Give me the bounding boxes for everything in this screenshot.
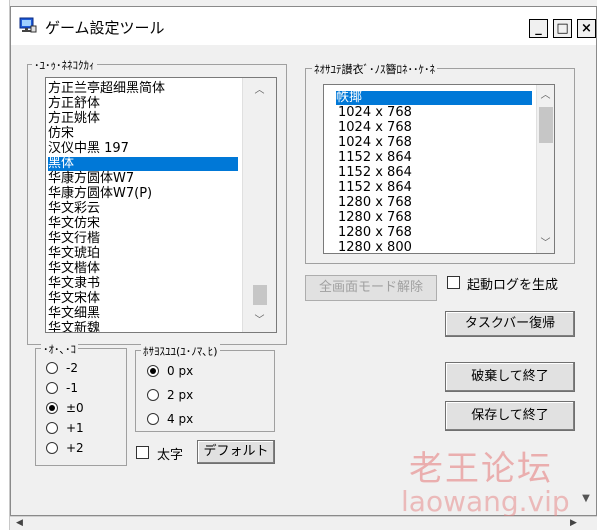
resolution-list-item[interactable]: 1024 x 768: [338, 136, 412, 150]
shadow-option-label: 2 px: [167, 388, 194, 402]
size-radio[interactable]: [46, 382, 58, 394]
settings-window: ゲーム設定ツール _ □ × ･ﾕ･ｩ･ﾈﾈｺｸｶｨ 方正兰亭超细黑简体 方正舒体…: [10, 6, 597, 518]
resolution-list-item[interactable]: 1152 x 864: [338, 151, 412, 165]
title-bar[interactable]: ゲーム設定ツール _ □ ×: [11, 7, 596, 45]
font-list-item[interactable]: 华文仿宋: [48, 217, 100, 231]
font-list-item[interactable]: 黑体: [48, 157, 238, 171]
font-list-item[interactable]: 华文隶书: [48, 277, 100, 291]
watermark-url: laowang.vip: [401, 485, 570, 518]
font-list-item[interactable]: 方正兰亭超细黑简体: [48, 82, 165, 96]
resolution-list-item[interactable]: 1280 x 768: [338, 226, 412, 240]
font-list-item[interactable]: 方正舒体: [48, 97, 100, 111]
font-listbox[interactable]: 方正兰亭超细黑简体 方正舒体 方正姚体 仿宋 汉仪中黑 197 黑体 华康方圆体W7 华康方圆…: [45, 77, 277, 333]
font-list-item[interactable]: 华文宋体: [48, 292, 100, 306]
scroll-down-icon[interactable]: ﹀: [537, 235, 554, 252]
resolution-list-item[interactable]: 1152 x 864: [338, 181, 412, 195]
size-option-label: -2: [66, 361, 78, 375]
resolution-listbox[interactable]: 帙揶 1024 x 768 1024 x 768 1024 x 768 1152 x 8…: [323, 84, 555, 254]
close-button[interactable]: ×: [577, 19, 596, 38]
font-list-item[interactable]: 华文楷体: [48, 262, 100, 276]
font-list-item[interactable]: 华康方圆体W7(P): [48, 187, 152, 201]
size-group-legend: ･ｵ･､･ｺ: [41, 341, 78, 357]
minimize-button[interactable]: _: [529, 19, 548, 38]
scroll-thumb[interactable]: [253, 285, 267, 305]
font-list-item[interactable]: 华文琥珀: [48, 247, 100, 261]
scroll-thumb[interactable]: [539, 107, 553, 143]
taskbar-restore-button[interactable]: タスクバー復帰: [445, 311, 575, 337]
shadow-group-legend: ﾎｻﾖｽﾕﾕ(ﾕ･ﾉﾏ､ﾋ): [141, 343, 220, 359]
font-list-item[interactable]: 华康方圆体W7: [48, 172, 134, 186]
font-list-item[interactable]: 华文细黑: [48, 307, 100, 321]
resolution-group-legend: ﾈｵｻﾕﾃ讃衣ﾞ･ﾉｽ簪ﾛﾈ･･ｹ･ﾈ: [312, 61, 437, 77]
resolution-list-item[interactable]: 1152 x 864: [338, 166, 412, 180]
startup-log-checkbox[interactable]: [447, 276, 460, 289]
font-list-item[interactable]: 华文行楷: [48, 232, 100, 246]
size-radio[interactable]: [46, 442, 58, 454]
scroll-up-icon[interactable]: ︿: [251, 82, 268, 99]
shadow-radio[interactable]: [147, 413, 159, 425]
font-list-item[interactable]: 华文彩云: [48, 202, 100, 216]
app-icon: [19, 17, 37, 33]
shadow-radio[interactable]: [147, 389, 159, 401]
default-button[interactable]: デフォルト: [197, 440, 275, 464]
font-list-item[interactable]: 方正姚体: [48, 112, 100, 126]
startup-log-label: 起動ログを生成: [467, 278, 559, 293]
scroll-right-icon[interactable]: ▶: [570, 518, 577, 528]
background-horizontal-scrollbar[interactable]: ◀ ▶: [10, 516, 597, 530]
resolution-list-item[interactable]: 1280 x 800: [338, 241, 412, 254]
resolution-list-item[interactable]: 1024 x 768: [338, 106, 412, 120]
size-option-label: ±0: [66, 401, 84, 415]
size-radio[interactable]: [46, 402, 58, 414]
shadow-radio[interactable]: [147, 365, 159, 377]
size-option-label: +2: [66, 441, 84, 455]
chevron-down-icon: ▼: [582, 493, 590, 504]
fullscreen-release-button[interactable]: 全画面モード解除: [305, 275, 437, 301]
resolution-list-item[interactable]: 1280 x 768: [338, 211, 412, 225]
font-list-scrollbar[interactable]: ︿ ﹀: [242, 78, 276, 332]
watermark-title: 老王论坛: [409, 449, 553, 489]
shadow-option-label: 4 px: [167, 412, 194, 426]
size-option-label: +1: [66, 421, 84, 435]
shadow-option-label: 0 px: [167, 364, 194, 378]
font-list-item[interactable]: 华文新魏: [48, 322, 100, 333]
discard-exit-button[interactable]: 破棄して終了: [445, 362, 575, 392]
scroll-left-icon[interactable]: ◀: [16, 518, 23, 528]
size-option-label: -1: [66, 381, 78, 395]
maximize-button[interactable]: □: [553, 19, 572, 38]
scroll-down-icon[interactable]: ﹀: [251, 312, 268, 329]
font-group-legend: ･ﾕ･ｩ･ﾈﾈｺｸｶｨ: [32, 57, 97, 73]
resolution-list-item[interactable]: 帙揶: [336, 91, 532, 105]
bold-label: 太字: [157, 448, 184, 463]
resolution-list-item[interactable]: 1280 x 768: [338, 196, 412, 210]
background-window-strip: [0, 0, 10, 530]
scroll-up-icon[interactable]: ︿: [537, 87, 554, 104]
size-radio[interactable]: [46, 362, 58, 374]
font-list-item[interactable]: 仿宋: [48, 127, 74, 141]
font-list-item[interactable]: 汉仪中黑 197: [48, 142, 129, 156]
size-radio[interactable]: [46, 422, 58, 434]
resolution-list-scrollbar[interactable]: ︿ ﹀: [536, 85, 554, 253]
resolution-list-item[interactable]: 1024 x 768: [338, 121, 412, 135]
save-exit-button[interactable]: 保存して終了: [445, 401, 575, 431]
bold-checkbox[interactable]: [136, 446, 149, 459]
window-title: ゲーム設定ツール: [45, 19, 165, 37]
